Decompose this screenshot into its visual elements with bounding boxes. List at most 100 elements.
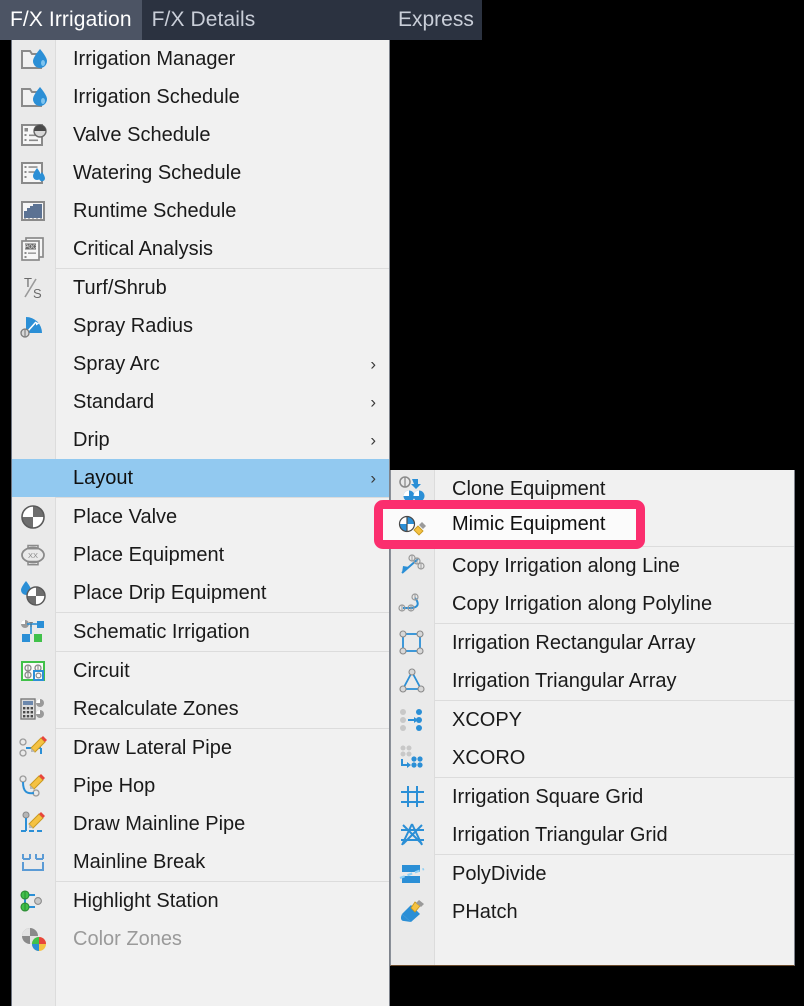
submenu-item-label: Irrigation Triangular Grid <box>452 823 668 846</box>
svg-text:S: S <box>33 286 42 301</box>
folder-water-icon <box>12 40 56 78</box>
color-zones-icon <box>12 920 56 958</box>
menu-item-place-drip-equipment[interactable]: Place Drip Equipment <box>12 574 389 612</box>
submenu-item-label: Irrigation Rectangular Array <box>452 631 696 654</box>
submenu-item-irrigation-triangular-array[interactable]: Irrigation Triangular Array <box>391 662 794 700</box>
menu-item-turf-shrub[interactable]: T S Turf/Shrub <box>12 269 389 307</box>
svg-text:POC: POC <box>25 244 36 250</box>
menu-items: Irrigation Manager Irrigation Schedule V… <box>12 40 389 958</box>
mainline-pipe-icon <box>12 805 56 843</box>
menu-item-label: Watering Schedule <box>73 161 242 184</box>
no-icon <box>12 345 56 383</box>
menu-item-drip[interactable]: Drip › <box>12 421 389 459</box>
submenu-item-polydivide[interactable]: PolyDivide <box>391 855 794 893</box>
submenu-item-irrigation-rectangular-array[interactable]: Irrigation Rectangular Array <box>391 624 794 662</box>
tab-bar: F/X Irrigation F/X Details <box>0 0 390 40</box>
menu-item-label: Color Zones <box>73 927 182 950</box>
folder-water-icon <box>12 78 56 116</box>
menu-item-critical-analysis[interactable]: POC Critical Analysis <box>12 230 389 268</box>
menu-item-spray-arc[interactable]: Spray Arc › <box>12 345 389 383</box>
menu-item-label: Drip <box>73 428 110 451</box>
rect-array-icon <box>391 624 435 662</box>
menu-item-color-zones[interactable]: Color Zones <box>12 920 389 958</box>
mainline-break-icon <box>12 843 56 881</box>
submenu-item-xcoro[interactable]: XCORO <box>391 739 794 777</box>
menu-item-circuit[interactable]: Circuit <box>12 652 389 690</box>
no-icon <box>12 459 56 497</box>
copy-along-line-icon <box>391 547 435 585</box>
submenu-item-phatch[interactable]: PHatch <box>391 893 794 931</box>
submenu-item-copy-irrigation-along-line[interactable]: Copy Irrigation along Line <box>391 547 794 585</box>
submenu-item-label: Irrigation Triangular Array <box>452 669 677 692</box>
menu-item-label: Place Drip Equipment <box>73 581 267 604</box>
tri-array-icon <box>391 662 435 700</box>
submenu-item-irrigation-triangular-grid[interactable]: Irrigation Triangular Grid <box>391 816 794 854</box>
menu-item-draw-lateral-pipe[interactable]: Draw Lateral Pipe <box>12 729 389 767</box>
mimic-equipment-icon <box>391 511 435 539</box>
chevron-right-icon: › <box>370 430 376 450</box>
menu-item-watering-schedule[interactable]: Watering Schedule <box>12 154 389 192</box>
poc-document-icon: POC <box>12 230 56 268</box>
tab-fx-details[interactable]: F/X Details <box>142 0 266 40</box>
submenu-item-xcopy[interactable]: XCOPY <box>391 701 794 739</box>
submenu-item-label: PolyDivide <box>452 862 547 885</box>
menu-item-label: Place Equipment <box>73 543 225 566</box>
square-grid-icon <box>391 778 435 816</box>
equipment-xx-icon: XX <box>12 536 56 574</box>
xcoro-icon <box>391 739 435 777</box>
menu-item-place-equipment[interactable]: XX Place Equipment <box>12 536 389 574</box>
menu-item-mainline-break[interactable]: Mainline Break <box>12 843 389 881</box>
menu-item-pipe-hop[interactable]: Pipe Hop <box>12 767 389 805</box>
menu-item-label: Pipe Hop <box>73 774 156 797</box>
menu-item-layout[interactable]: Layout › <box>12 459 389 497</box>
submenu-item-label: PHatch <box>452 900 518 923</box>
menu-item-irrigation-manager[interactable]: Irrigation Manager <box>12 40 389 78</box>
menu-item-recalculate-zones[interactable]: Recalculate Zones <box>12 690 389 728</box>
menu-item-draw-mainline-pipe[interactable]: Draw Mainline Pipe <box>12 805 389 843</box>
chevron-right-icon: › <box>370 392 376 412</box>
menu-item-highlight-station[interactable]: Highlight Station <box>12 882 389 920</box>
tab-label: F/X Details <box>151 8 256 31</box>
menu-item-label: Irrigation Manager <box>73 47 236 70</box>
annotation-target-label: Mimic Equipment <box>452 513 606 535</box>
menu-item-runtime-schedule[interactable]: Runtime Schedule <box>12 192 389 230</box>
menu-item-standard[interactable]: Standard › <box>12 383 389 421</box>
submenu-item-irrigation-square-grid[interactable]: Irrigation Square Grid <box>391 778 794 816</box>
submenu-item-label: XCOPY <box>452 708 523 731</box>
menu-item-label: Spray Radius <box>73 314 194 337</box>
circuit-icon <box>12 652 56 690</box>
menu-item-label: Valve Schedule <box>73 123 211 146</box>
valve-icon <box>12 498 56 536</box>
svg-text:T: T <box>29 622 34 629</box>
calculator-icon <box>12 690 56 728</box>
tab-express[interactable]: Express <box>390 0 482 40</box>
submenu-item-label: Irrigation Square Grid <box>452 785 644 808</box>
menu-item-label: Standard <box>73 390 155 413</box>
phatch-icon <box>391 893 435 931</box>
schematic-icon: T <box>12 613 56 651</box>
tab-fx-irrigation[interactable]: F/X Irrigation <box>0 0 142 40</box>
menu-item-spray-radius[interactable]: Spray Radius <box>12 307 389 345</box>
menu-item-place-valve[interactable]: Place Valve <box>12 498 389 536</box>
menu-item-schematic-irrigation[interactable]: T Schematic Irrigation <box>12 613 389 651</box>
turf-shrub-icon: T S <box>12 269 56 307</box>
list-droplets-icon <box>12 154 56 192</box>
menu-item-label: Mainline Break <box>73 850 206 873</box>
menu-item-label: Spray Arc <box>73 352 160 375</box>
no-icon <box>12 383 56 421</box>
pipe-hop-icon <box>12 767 56 805</box>
annotation-target-row[interactable]: Mimic Equipment <box>391 502 653 547</box>
runtime-chart-icon <box>12 192 56 230</box>
menu-item-irrigation-schedule[interactable]: Irrigation Schedule <box>12 78 389 116</box>
submenu-item-label: Clone Equipment <box>452 477 606 500</box>
menu-item-label: Highlight Station <box>73 889 219 912</box>
menu-item-valve-schedule[interactable]: Valve Schedule <box>12 116 389 154</box>
menu-item-label: Critical Analysis <box>73 237 214 260</box>
submenu-item-copy-irrigation-along-polyline[interactable]: Copy Irrigation along Polyline <box>391 585 794 623</box>
list-pie-icon <box>12 116 56 154</box>
menu-item-label: Recalculate Zones <box>73 697 239 720</box>
menu-item-label: Turf/Shrub <box>73 276 167 299</box>
fx-irrigation-menu: Irrigation Manager Irrigation Schedule V… <box>11 40 390 1006</box>
tab-label: Express <box>398 8 474 31</box>
svg-text:XX: XX <box>28 551 38 560</box>
